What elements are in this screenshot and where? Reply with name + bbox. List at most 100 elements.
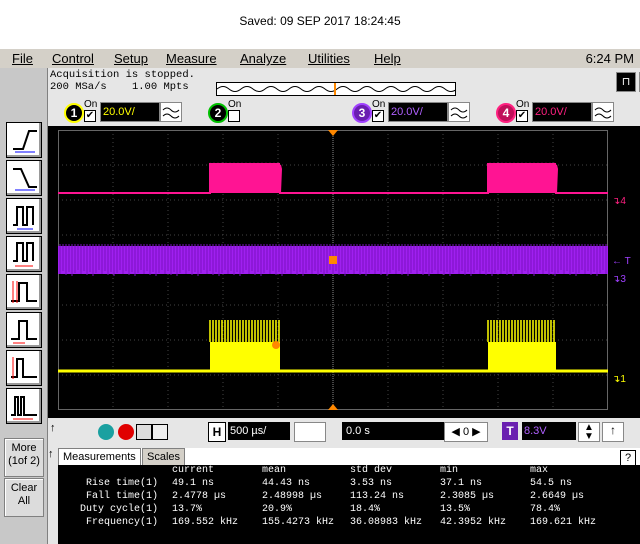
header-current: current bbox=[172, 465, 215, 476]
ch1-on-checkbox[interactable]: ✔ bbox=[84, 110, 96, 122]
header-std-dev: std dev bbox=[350, 465, 393, 476]
meas-cell-name: Duty cycle(1) bbox=[79, 504, 158, 515]
acquisition-info: Acquisition is stopped. 200 MSa/s 1.00 M… bbox=[50, 69, 195, 93]
trigger-slope-icon[interactable]: ↑ bbox=[602, 422, 624, 442]
ch1-scale[interactable]: 20.0V/ bbox=[100, 102, 160, 122]
burst-icon bbox=[11, 396, 37, 420]
menu-control[interactable]: Control bbox=[52, 51, 94, 66]
ch3-scale-knob-icon[interactable] bbox=[448, 102, 470, 122]
channel-2-badge[interactable]: 2 bbox=[208, 103, 228, 123]
timebase-knob-icon[interactable] bbox=[294, 422, 326, 442]
meas-cell-current: 49.1 ns bbox=[172, 478, 215, 489]
waveform-display bbox=[58, 130, 608, 410]
measurements-panel: Measurements Scales ? current mean std d… bbox=[58, 448, 640, 544]
more-button[interactable]: More (1of 2) bbox=[4, 438, 44, 477]
autoscale-icon[interactable] bbox=[98, 424, 114, 440]
meas-cell-mean: 2.48998 µs bbox=[262, 491, 323, 502]
waveform-overview bbox=[216, 82, 458, 96]
channel-row: 1 On ✔ 20.0V/ 2 On 3 On ✔ 20.0V/ 4 On ✔ … bbox=[48, 98, 640, 126]
meas-cell-max: 169.621 kHz bbox=[530, 517, 597, 528]
ch2-on-checkbox[interactable] bbox=[228, 110, 240, 122]
menu-file[interactable]: File bbox=[12, 51, 33, 66]
record-icon[interactable] bbox=[118, 424, 134, 440]
table-row: Rise time(1) 49.1 ns 44.43 ns 3.53 ns 37.1 n… bbox=[58, 478, 640, 490]
menu-help[interactable]: Help bbox=[374, 51, 401, 66]
saved-timestamp: Saved: 09 SEP 2017 18:24:45 bbox=[239, 14, 401, 28]
channel-3-badge[interactable]: 3 bbox=[352, 103, 372, 123]
delay-value[interactable]: 0.0 s bbox=[342, 422, 444, 440]
meas-cell-mean: 155.4273 kHz bbox=[262, 517, 335, 528]
acquisition-strip: Acquisition is stopped. 200 MSa/s 1.00 M… bbox=[48, 68, 640, 98]
table-row: Frequency(1) 169.552 kHz 155.4273 kHz 36.08… bbox=[58, 517, 640, 529]
trigger-time-marker-bottom bbox=[328, 404, 338, 410]
pulse-width-icon bbox=[11, 281, 37, 303]
ch1-ground-marker: ↴1 bbox=[612, 374, 626, 385]
frequency-icon bbox=[13, 242, 34, 267]
meas-cell-mean: 44.43 ns bbox=[262, 478, 311, 489]
trigger-level-value[interactable]: 8.3V bbox=[522, 422, 576, 440]
ch4-burst bbox=[210, 163, 280, 193]
ch3-scale[interactable]: 20.0V/ bbox=[388, 102, 448, 122]
scroll-up-icon[interactable]: ↑ bbox=[50, 422, 56, 434]
acq-status: Acquisition is stopped. bbox=[50, 69, 195, 81]
ch3-on-checkbox[interactable]: ✔ bbox=[372, 110, 384, 122]
frequency-button[interactable] bbox=[6, 236, 42, 272]
duty-cycle-button[interactable] bbox=[6, 350, 42, 386]
print-icon[interactable] bbox=[152, 424, 168, 440]
fall-time-button[interactable] bbox=[6, 160, 42, 196]
ch4-burst bbox=[488, 163, 556, 193]
ch1-scale-knob-icon[interactable] bbox=[160, 102, 182, 122]
meas-cell-name: Frequency(1) bbox=[85, 517, 158, 528]
ch4-on-checkbox[interactable]: ✔ bbox=[516, 110, 528, 122]
waveform-svg bbox=[58, 130, 608, 410]
header-min: min bbox=[440, 465, 459, 476]
trigger-point-marker bbox=[329, 256, 337, 264]
ch4-ground-marker: ↴4 bbox=[612, 196, 626, 207]
period-button[interactable] bbox=[6, 198, 42, 234]
menu-analyze[interactable]: Analyze bbox=[240, 51, 286, 66]
menu-setup[interactable]: Setup bbox=[114, 51, 148, 66]
ch4-scale-knob-icon[interactable] bbox=[592, 102, 614, 122]
neg-width-button[interactable] bbox=[6, 312, 42, 348]
tab-measurements[interactable]: Measurements bbox=[58, 448, 141, 465]
delay-nav-icon[interactable]: ◀ 0 ▶ bbox=[444, 422, 488, 442]
rise-time-button[interactable] bbox=[6, 122, 42, 158]
measurements-table: current mean std dev min max Rise time(1… bbox=[58, 465, 640, 544]
pulse-width-button[interactable] bbox=[6, 274, 42, 310]
ch2-on-label: On bbox=[228, 99, 242, 110]
trigger-label: T bbox=[502, 422, 518, 440]
clear-all-button[interactable]: Clear All bbox=[4, 478, 44, 517]
fall-edge-icon bbox=[13, 168, 37, 191]
image-icon[interactable] bbox=[136, 424, 152, 440]
tab-scales[interactable]: Scales bbox=[142, 448, 186, 465]
ch1-burst bbox=[488, 342, 556, 371]
neg-width-icon bbox=[11, 320, 37, 344]
meas-cell-std: 3.53 ns bbox=[350, 478, 393, 489]
channel-4-badge[interactable]: 4 bbox=[496, 103, 516, 123]
run-stop-icon[interactable]: ⊓ bbox=[616, 72, 636, 92]
measurement-toolbar: More (1of 2) Clear All bbox=[0, 68, 48, 544]
menu-measure[interactable]: Measure bbox=[166, 51, 217, 66]
meas-cell-min: 2.3085 µs bbox=[440, 491, 495, 502]
ch3-ground-marker: ↴3 bbox=[612, 274, 626, 285]
trigger-updown-icon[interactable]: ▲ ▼ bbox=[578, 422, 600, 442]
trigger-time-marker bbox=[328, 130, 338, 136]
meas-scroll-up-icon[interactable]: ↑ bbox=[48, 448, 54, 460]
burst-width-button[interactable] bbox=[6, 388, 42, 424]
measurement-marker bbox=[272, 341, 280, 349]
meas-cell-min: 42.3952 kHz bbox=[440, 517, 507, 528]
meas-cell-current: 2.4778 µs bbox=[172, 491, 227, 502]
meas-cell-current: 13.7% bbox=[172, 504, 203, 515]
channel-1-badge[interactable]: 1 bbox=[64, 103, 84, 123]
help-icon[interactable]: ? bbox=[620, 450, 636, 466]
meas-cell-name: Fall time(1) bbox=[85, 491, 158, 502]
header-max: max bbox=[530, 465, 549, 476]
horizontal-controls: ↑ H 500 µs/ 0.0 s ◀ 0 ▶ T 8.3V ▲ ▼ ↑ bbox=[48, 418, 640, 448]
timebase-value[interactable]: 500 µs/ bbox=[228, 422, 290, 440]
memory-depth: 1.00 Mpts bbox=[131, 81, 189, 93]
ch4-scale[interactable]: 20.0V/ bbox=[532, 102, 592, 122]
menu-utilities[interactable]: Utilities bbox=[308, 51, 350, 66]
meas-cell-std: 36.08983 kHz bbox=[350, 517, 423, 528]
ch4-on-label: On bbox=[516, 99, 530, 110]
clock: 6:24 PM bbox=[585, 51, 634, 66]
